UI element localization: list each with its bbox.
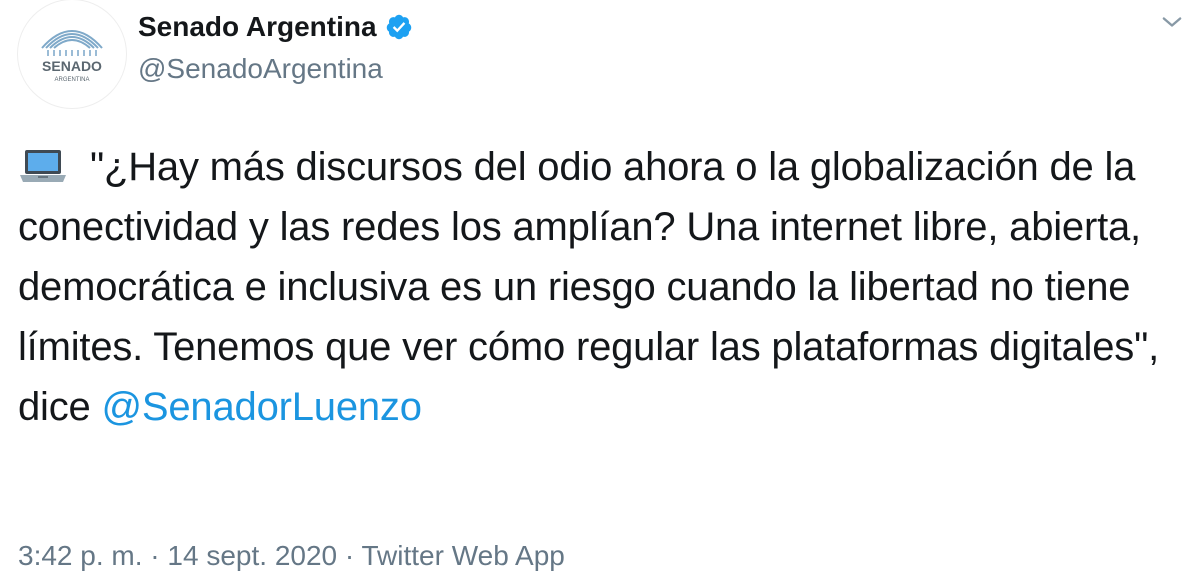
tweet-source[interactable]: Twitter Web App: [362, 540, 565, 571]
tweet-card: SENADO ARGENTINA Senado Argentina @Senad…: [0, 0, 1200, 586]
tweet-time[interactable]: 3:42 p. m.: [18, 540, 143, 571]
tweet-meta: 3:42 p. m. · 14 sept. 2020 · Twitter Web…: [18, 536, 565, 576]
display-name: Senado Argentina: [138, 11, 377, 42]
meta-separator-2: ·: [344, 540, 355, 571]
account-handle[interactable]: @SenadoArgentina: [138, 52, 383, 86]
laptop-emoji-icon: [20, 150, 66, 182]
meta-separator: ·: [150, 540, 160, 571]
avatar-wordmark-bottom: ARGENTINA: [54, 77, 89, 83]
senado-logo-icon: SENADO ARGENTINA: [41, 30, 103, 83]
avatar[interactable]: SENADO ARGENTINA: [18, 0, 126, 108]
avatar-wordmark-top: SENADO: [42, 58, 102, 74]
mention-link[interactable]: @SenadorLuenzo: [102, 385, 422, 429]
display-name-link[interactable]: Senado Argentina: [138, 10, 413, 44]
tweet-date[interactable]: 14 sept. 2020: [167, 540, 337, 571]
verified-badge-icon: [386, 14, 411, 40]
chevron-down-icon[interactable]: [1158, 8, 1186, 36]
tweet-text: "¿Hay más discursos del odio ahora o la …: [18, 137, 1188, 437]
